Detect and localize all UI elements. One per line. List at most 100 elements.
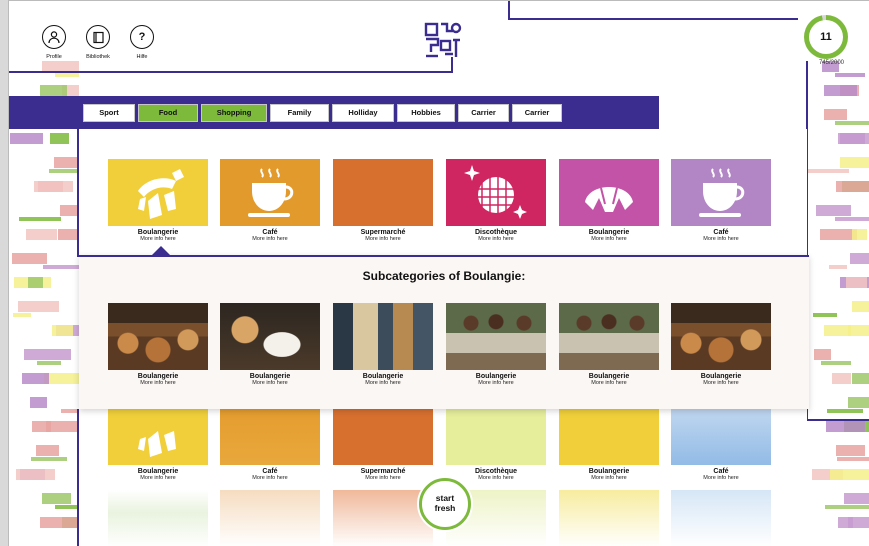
card-subtitle: More info here [365, 236, 401, 242]
decorative-stripe [22, 373, 49, 384]
card-subtitle: More info here [252, 236, 288, 242]
decorative-stripe [55, 505, 79, 509]
tab-family[interactable]: Family [270, 103, 329, 122]
faded-card [220, 490, 320, 546]
decorative-stripe [835, 121, 869, 125]
connector-line [9, 71, 453, 73]
tab-carrier-2[interactable]: Carrier [512, 103, 562, 122]
category-card-supermarche[interactable]: Supermarché More info here [333, 159, 433, 243]
decorative-stripe [837, 457, 869, 461]
left-decoration [9, 61, 79, 546]
bread-photo [108, 303, 208, 370]
decorative-stripe [836, 181, 869, 192]
decorative-stripe [832, 373, 851, 384]
decorative-stripe [846, 277, 867, 288]
subcategory-card[interactable]: Boulangerie More info here [446, 303, 546, 387]
subcategory-card[interactable]: Boulangerie More info here [333, 303, 433, 387]
tab-holliday[interactable]: Holliday [332, 103, 394, 122]
decorative-stripe [850, 253, 869, 264]
decorative-stripe [19, 217, 61, 221]
card-subtitle: More info here [252, 380, 288, 386]
profile-button[interactable]: Profile [39, 25, 69, 60]
score-progress: 745/2000 [818, 60, 844, 66]
tab-food[interactable]: Food [138, 103, 198, 122]
subcategory-card[interactable]: Boulangerie More info here [559, 303, 659, 387]
decorative-stripe [24, 349, 71, 360]
card-subtitle: More info here [365, 475, 401, 481]
category-card-discotheque-lower[interactable]: Discothèque More info here [446, 398, 546, 482]
decorative-stripe [835, 73, 865, 77]
help-label: Hilfe [136, 54, 148, 60]
decorative-stripe [838, 133, 869, 144]
decorative-stripe [50, 133, 69, 144]
category-card-boulangerie-lower-2[interactable]: Boulangerie More info here [559, 398, 659, 482]
library-button[interactable]: Bibliothek [83, 25, 113, 60]
subcategory-card[interactable]: Boulangerie More info here [671, 303, 771, 387]
card-title: Café [713, 468, 729, 475]
decorative-stripe [848, 325, 869, 336]
decorative-stripe [18, 301, 59, 312]
card-subtitle: More info here [365, 380, 401, 386]
faded-card [108, 490, 208, 546]
subcategory-card[interactable]: Boulangerie More info here [220, 303, 320, 387]
decorative-stripe [821, 361, 851, 365]
category-image [446, 159, 546, 226]
category-card-cafe-lower[interactable]: Café More info here [220, 398, 320, 482]
decorative-stripe [13, 313, 31, 317]
card-title: Boulangerie [137, 373, 179, 380]
subcategory-card[interactable]: Boulangerie More info here [108, 303, 208, 387]
start-fresh-button[interactable]: start fresh [419, 478, 471, 530]
decorative-stripe [816, 205, 851, 216]
card-title: Café [262, 229, 278, 236]
card-subtitle: More info here [140, 475, 176, 481]
card-subtitle: More info here [478, 380, 514, 386]
decorative-stripe [37, 361, 61, 365]
tab-hobbies[interactable]: Hobbies [397, 103, 455, 122]
score-value: 11 [809, 20, 843, 54]
card-title: Discothèque [474, 468, 517, 475]
decorative-stripe [40, 85, 67, 96]
shop-photo [333, 303, 433, 370]
tab-sport[interactable]: Sport [83, 103, 135, 122]
help-icon: ? [130, 25, 154, 49]
start-fresh-line2: fresh [434, 503, 456, 513]
tab-shopping[interactable]: Shopping [201, 103, 267, 122]
category-card-cafe[interactable]: Café More info here [220, 159, 320, 243]
card-title: Boulangerie [475, 373, 517, 380]
category-card-supermarche-lower[interactable]: Supermarché More info here [333, 398, 433, 482]
croissant-icon [138, 431, 176, 457]
card-subtitle: More info here [591, 380, 627, 386]
card-title: Boulangerie [700, 373, 742, 380]
decorative-stripe [40, 517, 79, 528]
coffee-cup-icon [248, 167, 294, 217]
category-image [671, 159, 771, 226]
decorative-stripe [46, 421, 79, 432]
help-button[interactable]: ? Hilfe [127, 25, 157, 60]
connector-line [806, 419, 869, 421]
profile-label: Profile [46, 54, 62, 60]
decorative-stripe [824, 85, 857, 96]
category-card-boulangerie-2[interactable]: Boulangerie More info here [559, 159, 659, 243]
card-title: Supermarché [360, 229, 406, 236]
card-subtitle: More info here [703, 236, 739, 242]
decorative-stripe [52, 325, 73, 336]
decorative-stripe [813, 313, 837, 317]
decorative-stripe [31, 457, 67, 461]
category-card-cafe-lower-2[interactable]: Café More info here [671, 398, 771, 482]
app-frame: Profile Bibliothek ? Hilfe 11 745/2000 S… [8, 0, 869, 546]
tab-carrier[interactable]: Carrier [458, 103, 509, 122]
decorative-stripe [55, 73, 79, 77]
category-card-cafe-2[interactable]: Café More info here [671, 159, 771, 243]
category-card-boulangerie-lower[interactable]: Boulangerie More info here [108, 398, 208, 482]
category-card-discotheque[interactable]: Discothèque More info here [446, 159, 546, 243]
decorative-stripe [43, 265, 79, 269]
category-image [559, 159, 659, 226]
coffee-cup-icon [699, 167, 745, 217]
decorative-stripe [12, 253, 47, 264]
category-card-boulangerie[interactable]: Boulangerie More info here [108, 159, 208, 243]
category-image [108, 159, 208, 226]
decorative-stripe [10, 133, 43, 144]
card-title: Boulangerie [588, 229, 630, 236]
score-ring[interactable]: 11 [804, 15, 848, 59]
decorative-stripe [852, 373, 869, 384]
